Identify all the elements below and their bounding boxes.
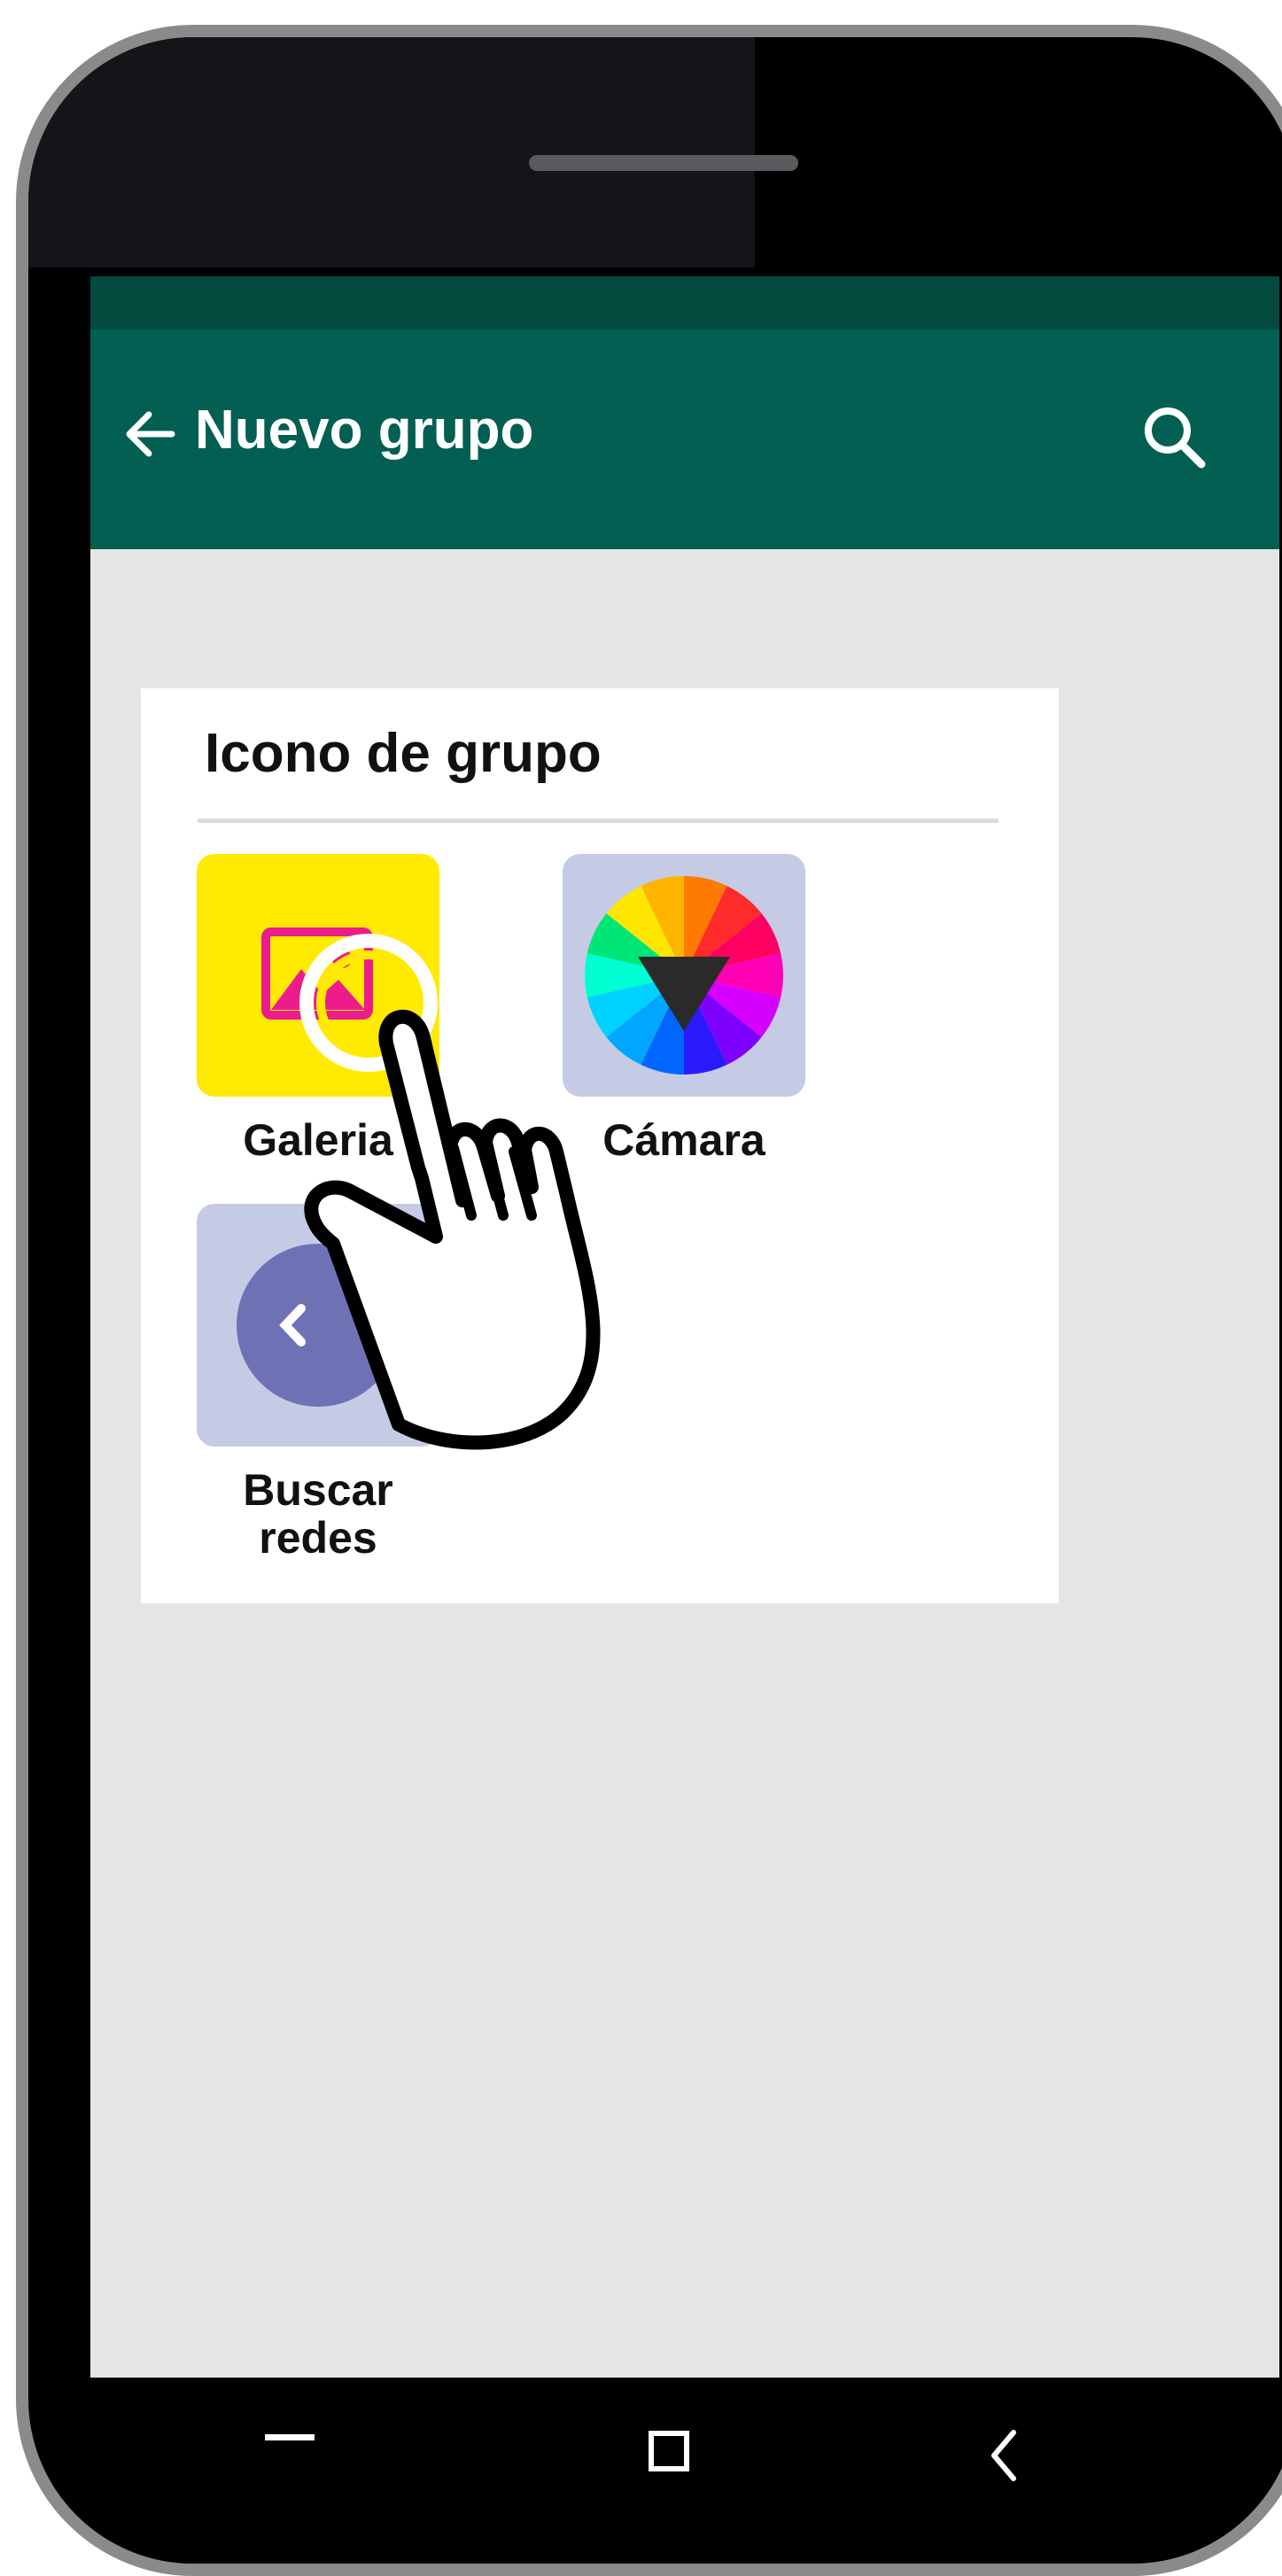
phone-frame: Nuevo grupo Icono de grupo Galeria Cámar… bbox=[16, 25, 1282, 2576]
search-web-label: Buscar redes bbox=[243, 1465, 393, 1563]
app-bar: Nuevo grupo bbox=[90, 330, 1279, 549]
camera-label: Cámara bbox=[602, 1115, 765, 1165]
dialog-divider bbox=[198, 819, 998, 823]
home-square-icon[interactable] bbox=[647, 2429, 691, 2478]
phone-screen: Nuevo grupo Icono de grupo Galeria Cámar… bbox=[90, 276, 1279, 2378]
status-bar bbox=[90, 276, 1279, 330]
dialog-title: Icono de grupo bbox=[205, 723, 602, 784]
gallery-label: Galeria bbox=[243, 1115, 393, 1165]
search-web-icon bbox=[197, 1204, 439, 1447]
gallery-image-icon bbox=[197, 854, 439, 1097]
phone-speaker bbox=[529, 155, 798, 171]
group-icon-dialog: Icono de grupo Galeria Cámara Buscar red… bbox=[141, 688, 1059, 1603]
color-wheel-camera-icon bbox=[563, 854, 805, 1097]
back-chevron-icon[interactable] bbox=[987, 2429, 1022, 2487]
back-arrow-icon[interactable] bbox=[117, 400, 184, 468]
phone-bezel-highlight bbox=[28, 37, 755, 268]
recent-apps-icon[interactable] bbox=[263, 2429, 316, 2451]
page-title: Nuevo grupo bbox=[195, 400, 534, 461]
search-icon[interactable] bbox=[1136, 399, 1216, 478]
